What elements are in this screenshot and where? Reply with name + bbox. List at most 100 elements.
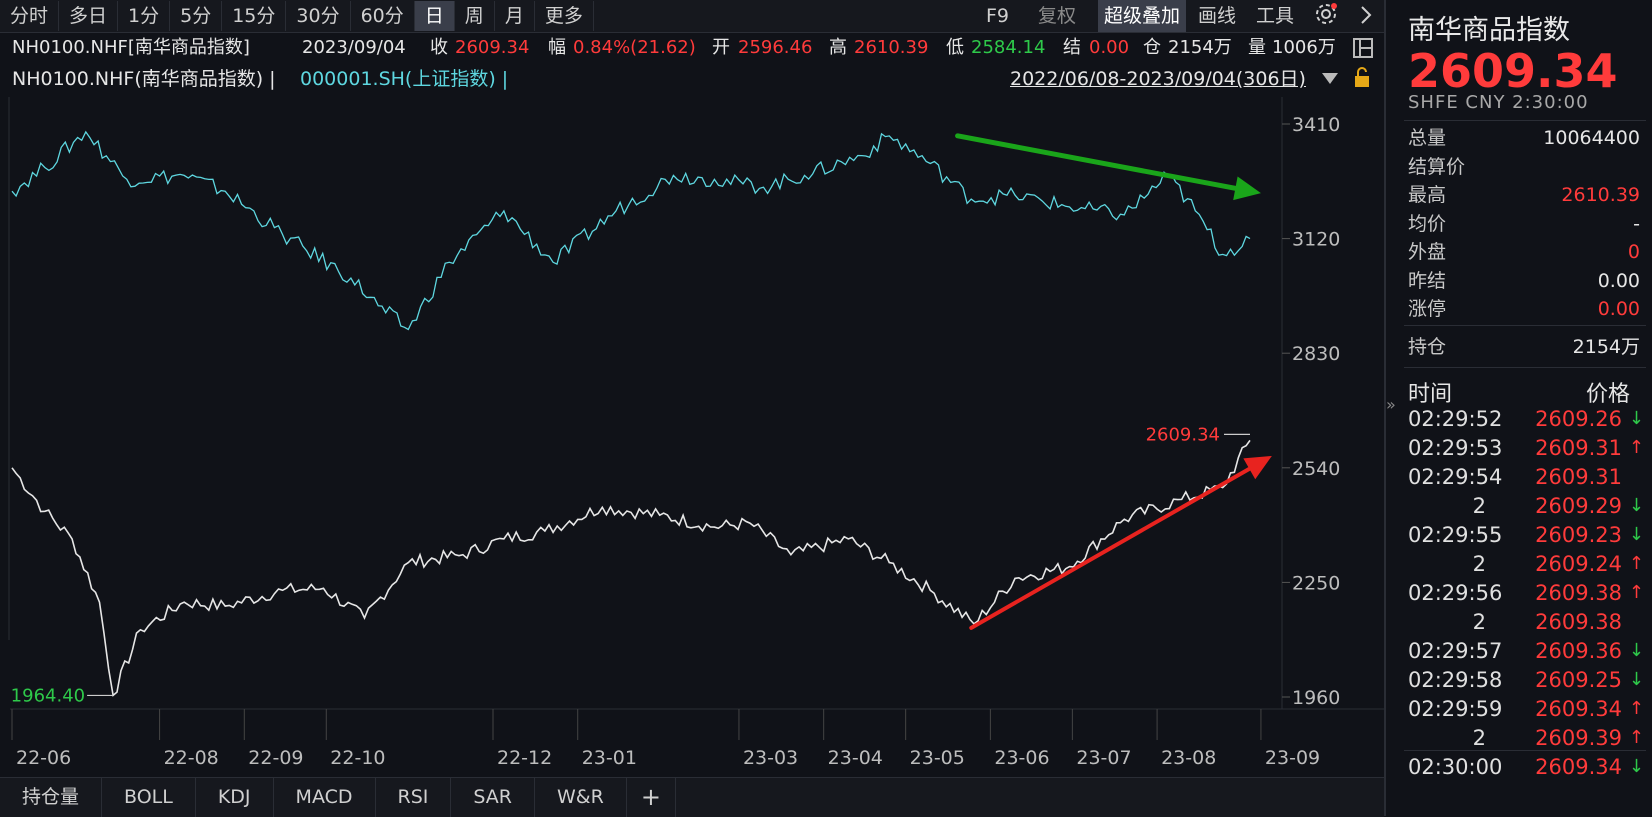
arrow-down-icon: ↓: [1628, 756, 1644, 777]
trade-price: 2609.29: [1535, 494, 1622, 518]
stat-label: 总量: [1408, 127, 1447, 149]
arrow-down-icon: ↓: [1628, 640, 1644, 661]
price-chart[interactable]: 3410 3120 2830 2540 2250 1960 22-06 22-08 22-09…: [0, 0, 1384, 777]
trade-time: 02:29:55: [1408, 523, 1503, 547]
trade-price: 2609.39: [1535, 726, 1622, 750]
y-tick-label: 1960: [1292, 687, 1340, 709]
stat-value: 0.00: [1597, 269, 1640, 292]
stat-label: 结算价: [1408, 155, 1466, 178]
panel-title: 南华商品指数: [1408, 15, 1570, 46]
quote-side-panel: 南华商品指数 2609.34 SHFE CNY 2:30:00 总量 100644…: [1384, 0, 1652, 816]
oi-row-label: 持仓: [1408, 336, 1447, 358]
trade-row: 02:29:55 2609.23 ↓: [1408, 520, 1644, 550]
indicator-tab[interactable]: MACD: [274, 778, 376, 817]
trade-row: 02:29:59 2609.34 ↑: [1408, 694, 1644, 724]
trade-time: 2: [1472, 610, 1486, 634]
arrow-up-icon: ↑: [1628, 582, 1644, 603]
trade-row: 02:29:53 2609.31 ↑: [1408, 433, 1644, 463]
stat-label: 外盘: [1408, 241, 1447, 263]
collapse-panel-icon[interactable]: »: [1386, 395, 1396, 414]
indicator-tab[interactable]: SAR: [451, 778, 536, 817]
divider: [1404, 120, 1646, 121]
trade-price: 2609.31: [1535, 436, 1622, 460]
trade-time: 02:29:54: [1408, 465, 1503, 489]
indicator-tabs: 持仓量 BOLL KDJ MACD RSI SAR W&R +: [0, 777, 1384, 817]
trade-row: 2 2609.39 ↑: [1408, 723, 1644, 753]
trade-price: 2609.26: [1535, 407, 1622, 431]
add-indicator-button[interactable]: +: [627, 778, 676, 817]
trade-time: 2: [1472, 494, 1486, 518]
panel-stat-row: 结算价: [1408, 153, 1640, 181]
trade-price: 2609.36: [1535, 639, 1622, 663]
trade-time: 2: [1472, 726, 1486, 750]
stat-value: 2610.39: [1561, 184, 1640, 206]
arrow-down-icon: ↓: [1628, 524, 1644, 545]
arrow-down-icon: ↓: [1628, 408, 1644, 429]
trade-price: 2609.34: [1535, 755, 1622, 779]
x-tick-label: 23-09: [1265, 747, 1320, 769]
trade-price: 2609.25: [1535, 668, 1622, 692]
panel-stat-row: 总量 10064400: [1408, 124, 1640, 152]
trade-time: 02:29:52: [1408, 407, 1503, 431]
panel-row-oi: 持仓 2154万: [1408, 333, 1640, 361]
stat-label: 涨停: [1408, 298, 1447, 320]
indicator-tab[interactable]: KDJ: [196, 778, 274, 817]
panel-stat-row: 外盘 0: [1408, 238, 1640, 266]
x-tick-label: 23-03: [743, 747, 798, 769]
stat-value: 0.00: [1597, 298, 1640, 320]
indicator-tab[interactable]: BOLL: [102, 778, 196, 817]
x-tick-label: 22-12: [497, 747, 552, 769]
arrow-down-icon: ↓: [1628, 495, 1644, 516]
trade-price: 2609.34: [1535, 697, 1622, 721]
trade-price: 2609.38: [1535, 581, 1622, 605]
trade-time: 02:30:00: [1408, 755, 1503, 779]
indicator-tab[interactable]: RSI: [376, 778, 452, 817]
trade-time: 02:29:59: [1408, 697, 1503, 721]
divider: [1404, 325, 1646, 326]
stat-value: 10064400: [1543, 127, 1640, 149]
arrow-up-icon: ↑: [1628, 553, 1644, 574]
divider: [1404, 367, 1646, 368]
trade-row: 02:29:57 2609.36 ↓: [1408, 636, 1644, 666]
indicator-tab[interactable]: W&R: [535, 778, 627, 817]
x-tick-label: 23-07: [1076, 747, 1131, 769]
trade-row: 02:30:00 2609.34 ↓: [1408, 752, 1644, 782]
divider: [1404, 750, 1646, 751]
y-tick-label: 2540: [1292, 458, 1340, 480]
y-tick-label: 2250: [1292, 572, 1340, 594]
panel-exchange-info: SHFE CNY 2:30:00: [1408, 92, 1589, 113]
last-price-label: 2609.34: [1146, 424, 1220, 445]
trade-time: 02:29:56: [1408, 581, 1503, 605]
trade-row: 02:29:56 2609.38 ↑: [1408, 578, 1644, 608]
arrow-down-icon: ↓: [1628, 669, 1644, 690]
x-tick-label: 23-08: [1161, 747, 1216, 769]
trade-price: 2609.23: [1535, 523, 1622, 547]
y-tick-label: 3410: [1292, 114, 1340, 136]
y-tick-label: 2830: [1292, 343, 1340, 365]
arrow-up-icon: ↑: [1628, 727, 1644, 748]
panel-stat-row: 最高 2610.39: [1408, 181, 1640, 209]
x-tick-label: 23-01: [582, 747, 637, 769]
panel-stat-row: 均价 -: [1408, 210, 1640, 238]
trade-price: 2609.38: [1535, 610, 1622, 634]
stat-label: 昨结: [1408, 269, 1447, 292]
trade-row: 02:29:52 2609.26 ↓: [1408, 404, 1644, 434]
panel-stat-row: 涨停 0.00: [1408, 295, 1640, 323]
trade-price: 2609.31: [1535, 465, 1622, 489]
x-tick-label: 23-06: [994, 747, 1049, 769]
x-tick-label: 22-08: [164, 747, 219, 769]
min-price-label: 1964.40: [11, 685, 85, 706]
x-tick-label: 22-09: [248, 747, 303, 769]
trade-row: 2 2609.29 ↓: [1408, 491, 1644, 521]
indicator-tab[interactable]: 持仓量: [0, 778, 103, 817]
stat-value: 0: [1627, 241, 1640, 263]
trade-row: 02:29:58 2609.25 ↓: [1408, 665, 1644, 695]
x-tick-label: 22-10: [330, 747, 385, 769]
stat-label: 最高: [1408, 184, 1447, 206]
stat-label: 均价: [1408, 212, 1447, 235]
oi-row-value: 2154万: [1572, 336, 1640, 358]
panel-last-price: 2609.34: [1408, 44, 1618, 98]
trade-row: 02:29:54 2609.31: [1408, 462, 1644, 492]
trade-time: 02:29:58: [1408, 668, 1503, 692]
trade-price: 2609.24: [1535, 552, 1622, 576]
